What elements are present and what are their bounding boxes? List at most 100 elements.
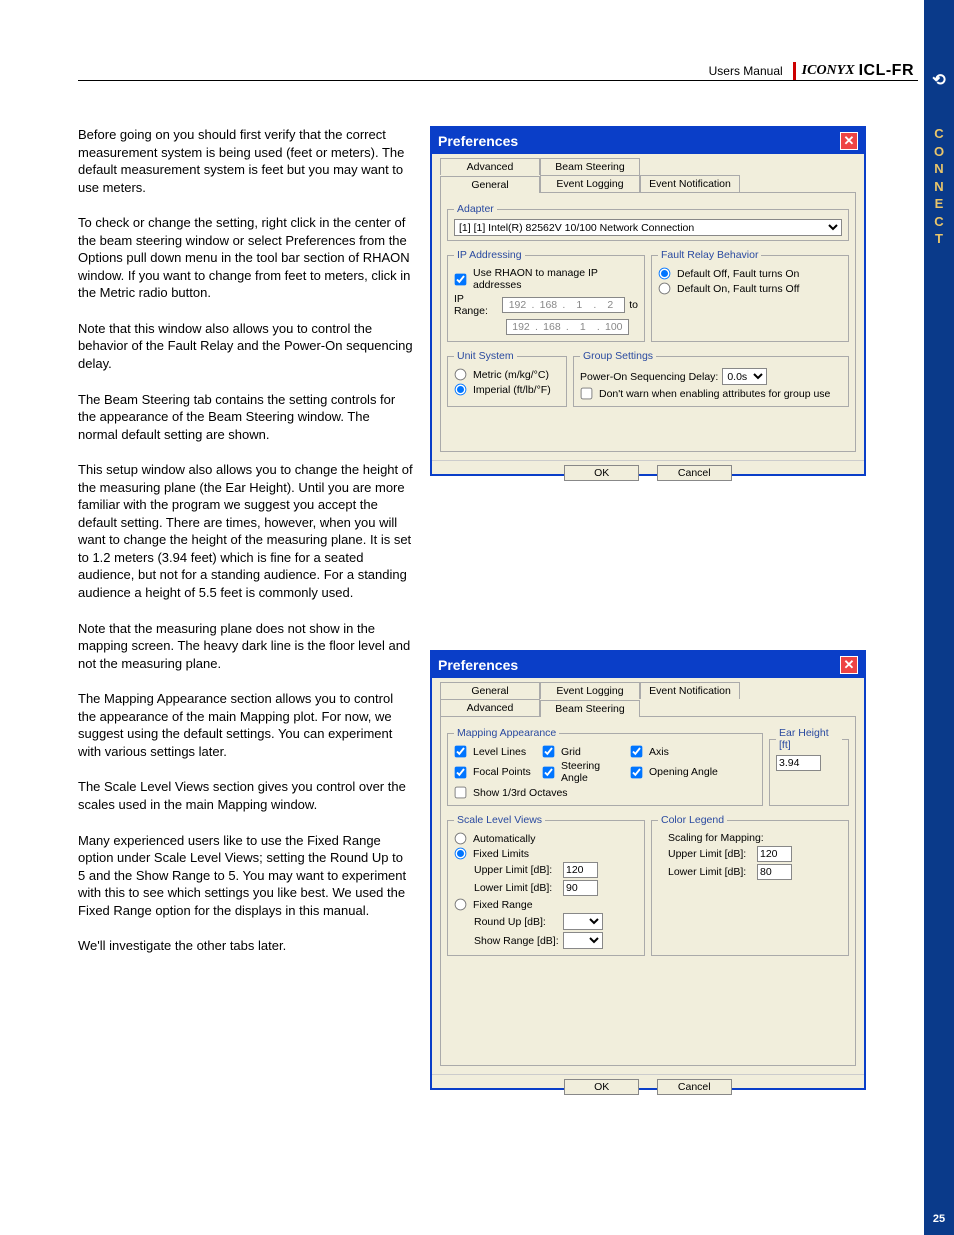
steering-angle-checkbox[interactable]	[543, 766, 555, 778]
showrange-label: Show Range [dB]:	[474, 935, 559, 947]
show-octaves-label: Show 1/3rd Octaves	[473, 787, 568, 799]
header-rule	[78, 80, 918, 81]
scale-level-views-group: Scale Level Views Automatically Fixed Li…	[447, 814, 645, 956]
auto-radio[interactable]	[455, 833, 467, 845]
imperial-radio[interactable]	[455, 384, 467, 396]
focal-points-label: Focal Points	[473, 766, 538, 778]
tab-event-notification[interactable]: Event Notification	[640, 175, 740, 192]
metric-radio[interactable]	[455, 369, 467, 381]
close-icon[interactable]: ✕	[840, 656, 858, 674]
tab-event-logging[interactable]: Event Logging	[540, 175, 640, 192]
level-lines-checkbox[interactable]	[455, 746, 467, 758]
tab-advanced[interactable]: Advanced	[440, 158, 540, 175]
tab-row-2b: Advanced Beam Steering	[432, 699, 864, 716]
level-lines-label: Level Lines	[473, 746, 538, 758]
imperial-label: Imperial (ft/lb/°F)	[473, 384, 551, 396]
para-3: Note that this window also allows you to…	[78, 320, 413, 373]
mapping-legend: Mapping Appearance	[454, 727, 559, 739]
tab-row-2: General Event Logging Event Notification	[432, 175, 864, 192]
ip-to[interactable]: 192.168.1.100	[506, 319, 629, 335]
auto-label: Automatically	[473, 833, 535, 845]
tab-beam-steering[interactable]: Beam Steering	[540, 700, 640, 717]
tab-beam-steering[interactable]: Beam Steering	[540, 158, 640, 175]
upper-limit-input[interactable]	[563, 862, 598, 878]
metric-label: Metric (m/kg/°C)	[473, 369, 549, 381]
preferences-dialog-general: Preferences ✕ Advanced Beam Steering Gen…	[430, 126, 866, 476]
axis-checkbox[interactable]	[631, 746, 643, 758]
tab-event-logging[interactable]: Event Logging	[540, 682, 640, 699]
fixed-limits-radio[interactable]	[455, 848, 467, 860]
close-icon[interactable]: ✕	[840, 132, 858, 150]
color-legend-group: Color Legend Scaling for Mapping: Upper …	[651, 814, 849, 956]
group-settings-group: Group Settings Power-On Sequencing Delay…	[573, 350, 849, 407]
side-c2: C	[924, 213, 954, 231]
section-label: C O N N E C T	[924, 125, 954, 248]
dialog-titlebar: Preferences ✕	[432, 128, 864, 154]
tab-row-1b: General Event Logging Event Notification	[432, 678, 864, 699]
opening-angle-checkbox[interactable]	[631, 766, 643, 778]
group-legend: Group Settings	[580, 350, 656, 362]
color-lower-label: Lower Limit [dB]:	[668, 866, 753, 878]
unit-system-group: Unit System Metric (m/kg/°C) Imperial (f…	[447, 350, 567, 407]
tab-general[interactable]: General	[440, 682, 540, 699]
opening-angle-label: Opening Angle	[649, 766, 718, 778]
para-9: Many experienced users like to use the F…	[78, 832, 413, 920]
tab-general[interactable]: General	[440, 176, 540, 193]
page-number: 25	[924, 1213, 954, 1225]
show-octaves-checkbox[interactable]	[455, 787, 467, 799]
grid-checkbox[interactable]	[543, 746, 555, 758]
ok-button[interactable]: OK	[564, 1079, 639, 1095]
para-1: Before going on you should first verify …	[78, 126, 413, 196]
fixed-range-radio[interactable]	[455, 899, 467, 911]
ok-button[interactable]: OK	[564, 465, 639, 481]
ip-addressing-group: IP Addressing Use RHAON to manage IP add…	[447, 249, 645, 342]
showrange-select[interactable]	[563, 932, 603, 949]
dont-warn-label: Don't warn when enabling attributes for …	[599, 388, 830, 400]
ear-legend: Ear Height [ft]	[776, 727, 842, 751]
dont-warn-checkbox[interactable]	[581, 388, 593, 400]
tab-event-notification[interactable]: Event Notification	[640, 682, 740, 699]
adapter-select[interactable]: [1] [1] Intel(R) 82562V 10/100 Network C…	[454, 219, 842, 236]
ip-legend: IP Addressing	[454, 249, 525, 261]
fault-on-radio[interactable]	[659, 283, 671, 295]
fault-on-label: Default On, Fault turns Off	[677, 283, 799, 295]
cancel-button[interactable]: Cancel	[657, 1079, 732, 1095]
lower-limit-input[interactable]	[563, 880, 598, 896]
steering-angle-label: Steering Angle	[561, 760, 626, 784]
page-header: Users Manual ICONYX ICL-FR	[709, 62, 914, 80]
refresh-icon: ⟲	[924, 70, 954, 90]
tab-advanced[interactable]: Advanced	[440, 699, 540, 716]
para-8: The Scale Level Views section gives you …	[78, 778, 413, 813]
roundup-label: Round Up [dB]:	[474, 916, 559, 928]
ear-height-group: Ear Height [ft]	[769, 727, 849, 806]
fixed-limits-label: Fixed Limits	[473, 848, 529, 860]
color-upper-label: Upper Limit [dB]:	[668, 848, 753, 860]
para-5: This setup window also allows you to cha…	[78, 461, 413, 601]
use-rhaon-checkbox[interactable]	[455, 273, 467, 285]
fault-legend: Fault Relay Behavior	[658, 249, 761, 261]
upper-limit-label: Upper Limit [dB]:	[474, 864, 559, 876]
logo-model: ICL-FR	[859, 62, 914, 80]
ip-from[interactable]: 192.168.1.2	[502, 297, 625, 313]
delay-select[interactable]: 0.0s	[722, 368, 767, 385]
roundup-select[interactable]	[563, 913, 603, 930]
color-upper-input[interactable]	[757, 846, 792, 862]
unit-legend: Unit System	[454, 350, 517, 362]
fault-off-radio[interactable]	[659, 268, 671, 280]
focal-points-checkbox[interactable]	[455, 766, 467, 778]
ip-to-label: to	[629, 299, 638, 311]
adapter-group: Adapter [1] [1] Intel(R) 82562V 10/100 N…	[447, 203, 849, 241]
tab-panel-general: Adapter [1] [1] Intel(R) 82562V 10/100 N…	[440, 192, 856, 452]
para-6: Note that the measuring plane does not s…	[78, 620, 413, 673]
use-rhaon-label: Use RHAON to manage IP addresses	[473, 267, 638, 291]
cancel-button[interactable]: Cancel	[657, 465, 732, 481]
mapping-appearance-group: Mapping Appearance Level Lines Grid Axis…	[447, 727, 763, 806]
ear-height-input[interactable]	[776, 755, 821, 771]
color-lower-input[interactable]	[757, 864, 792, 880]
adapter-legend: Adapter	[454, 203, 497, 215]
delay-label: Power-On Sequencing Delay:	[580, 371, 718, 383]
side-strip: ⟲ C O N N E C T 25	[924, 0, 954, 1235]
dialog-buttons: OK Cancel	[432, 1074, 864, 1103]
color-legend: Color Legend	[658, 814, 727, 826]
body-text: Before going on you should first verify …	[78, 126, 413, 973]
